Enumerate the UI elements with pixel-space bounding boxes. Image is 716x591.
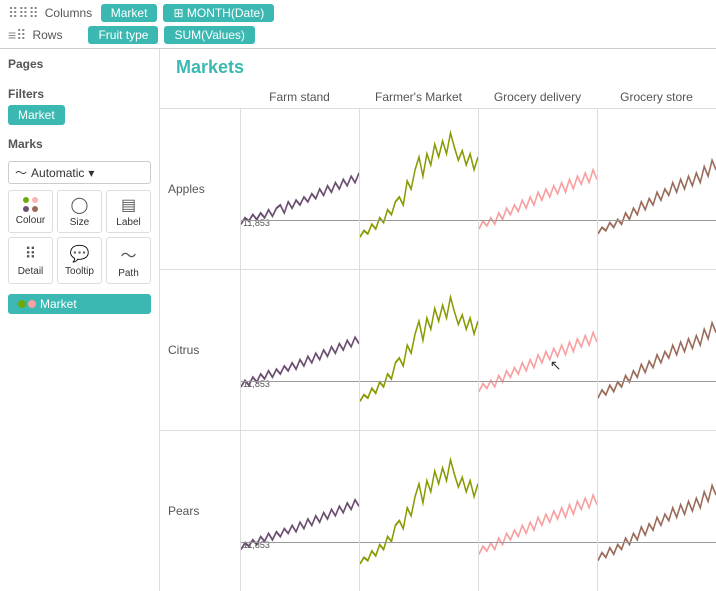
col-header-grocery-store: Grocery store bbox=[597, 86, 716, 108]
path-button[interactable]: 〜 Path bbox=[106, 237, 151, 284]
sparkline-apples-farmstand bbox=[241, 109, 359, 269]
sparkline-apples-farmers-market bbox=[360, 109, 478, 269]
marks-type-label: Automatic bbox=[31, 166, 84, 180]
rows-row: ≡⠿ Rows Fruit type SUM(Values) bbox=[8, 26, 708, 44]
sparkline-pears-farmstand bbox=[241, 431, 359, 591]
detail-icon: ⠿ bbox=[25, 244, 37, 264]
cell-pears-grocery-delivery[interactable] bbox=[478, 431, 597, 591]
colour-icon bbox=[23, 197, 39, 213]
cell-citrus-farmstand[interactable]: 11,853 bbox=[240, 270, 359, 430]
chart-title: Markets bbox=[160, 49, 716, 86]
marks-market-dots bbox=[18, 300, 36, 308]
pages-label: Pages bbox=[8, 57, 151, 71]
cell-apples-farmers-market[interactable] bbox=[359, 109, 478, 269]
rows-drag-icon: ≡⠿ bbox=[8, 27, 26, 44]
cell-pears-farmstand[interactable]: 11,853 bbox=[240, 431, 359, 591]
row-label-citrus: Citrus bbox=[160, 270, 240, 430]
detail-label: Detail bbox=[18, 266, 44, 277]
marks-market-label: Market bbox=[40, 297, 77, 311]
axis-line bbox=[598, 220, 716, 221]
axis-line bbox=[241, 542, 359, 543]
sparkline-pears-farmers-market bbox=[360, 431, 478, 591]
axis-line bbox=[360, 542, 478, 543]
rows-label: Rows bbox=[32, 28, 82, 42]
cell-apples-grocery-delivery[interactable] bbox=[478, 109, 597, 269]
pages-section: Pages bbox=[8, 57, 151, 75]
row-label-apples: Apples bbox=[160, 109, 240, 269]
chart-area: Markets Farm stand Farmer's Market Groce… bbox=[160, 49, 716, 591]
sparkline-apples-grocery-store bbox=[598, 109, 716, 269]
fruit-type-pill[interactable]: Fruit type bbox=[88, 26, 158, 44]
col-header-grocery-delivery: Grocery delivery bbox=[478, 86, 597, 108]
tooltip-label: Tooltip bbox=[65, 266, 94, 277]
calendar-icon: ⊞ bbox=[173, 6, 183, 20]
colour-label: Colour bbox=[16, 215, 45, 226]
col-header-empty bbox=[160, 86, 240, 108]
sparkline-citrus-grocery-store bbox=[598, 270, 716, 430]
chevron-down-icon: ▾ bbox=[88, 166, 94, 180]
axis-line bbox=[479, 542, 597, 543]
wave-icon: 〜 bbox=[15, 164, 27, 181]
axis-line bbox=[479, 220, 597, 221]
size-icon: ◯ bbox=[71, 195, 89, 215]
cell-citrus-farmers-market[interactable] bbox=[359, 270, 478, 430]
axis-line bbox=[360, 381, 478, 382]
sidebar: Pages Filters Market Marks 〜 Automatic ▾ bbox=[0, 49, 160, 591]
market-pill[interactable]: Market bbox=[101, 4, 158, 22]
axis-line bbox=[479, 381, 597, 382]
cell-pears-farmers-market[interactable] bbox=[359, 431, 478, 591]
path-label: Path bbox=[118, 268, 139, 279]
sum-values-pill[interactable]: SUM(Values) bbox=[164, 26, 254, 44]
col-header-farmers-market: Farmer's Market bbox=[359, 86, 478, 108]
columns-label: Columns bbox=[45, 6, 95, 20]
label-button[interactable]: ▤ Label bbox=[106, 190, 151, 233]
chart-rows: Apples 11,853 bbox=[160, 109, 716, 591]
size-label: Size bbox=[70, 217, 89, 228]
columns-drag-icon: ⠿⠿⠿ bbox=[8, 5, 39, 22]
axis-line bbox=[241, 220, 359, 221]
filters-label: Filters bbox=[8, 87, 151, 101]
cell-apples-farmstand[interactable]: 11,853 bbox=[240, 109, 359, 269]
col-header-farmstand: Farm stand bbox=[240, 86, 359, 108]
sparkline-citrus-farmers-market bbox=[360, 270, 478, 430]
column-headers: Farm stand Farmer's Market Grocery deliv… bbox=[160, 86, 716, 109]
marks-grid: Colour ◯ Size ▤ Label ⠿ Detail bbox=[8, 190, 151, 284]
sparkline-pears-grocery-delivery bbox=[479, 431, 597, 591]
label-label: Label bbox=[116, 217, 140, 228]
columns-row: ⠿⠿⠿ Columns Market ⊞ MONTH(Date) bbox=[8, 4, 708, 22]
cell-apples-grocery-store[interactable] bbox=[597, 109, 716, 269]
main-area: Pages Filters Market Marks 〜 Automatic ▾ bbox=[0, 49, 716, 591]
axis-line bbox=[360, 220, 478, 221]
table-row: Pears 11,853 bbox=[160, 431, 716, 591]
axis-line bbox=[241, 381, 359, 382]
detail-button[interactable]: ⠿ Detail bbox=[8, 237, 53, 284]
sparkline-apples-grocery-delivery bbox=[479, 109, 597, 269]
table-row: Citrus 11,853 bbox=[160, 270, 716, 431]
marks-market-pill[interactable]: Market bbox=[8, 294, 151, 314]
row-label-pears: Pears bbox=[160, 431, 240, 591]
axis-line bbox=[598, 542, 716, 543]
sparkline-citrus-farmstand bbox=[241, 270, 359, 430]
month-date-pill[interactable]: ⊞ MONTH(Date) bbox=[163, 4, 274, 22]
sparkline-pears-grocery-store bbox=[598, 431, 716, 591]
market-filter-pill[interactable]: Market bbox=[8, 105, 65, 125]
path-icon: 〜 bbox=[120, 242, 136, 266]
filters-section: Filters Market bbox=[8, 87, 151, 125]
tooltip-icon: 💬 bbox=[70, 244, 90, 264]
label-icon: ▤ bbox=[121, 195, 136, 215]
axis-line bbox=[598, 381, 716, 382]
marks-section: Marks 〜 Automatic ▾ Colour bbox=[8, 137, 151, 314]
marks-label: Marks bbox=[8, 137, 151, 151]
tooltip-button[interactable]: 💬 Tooltip bbox=[57, 237, 102, 284]
chart-content: Farm stand Farmer's Market Grocery deliv… bbox=[160, 86, 716, 591]
size-button[interactable]: ◯ Size bbox=[57, 190, 102, 233]
sparkline-citrus-grocery-delivery bbox=[479, 270, 597, 430]
cell-citrus-grocery-store[interactable] bbox=[597, 270, 716, 430]
marks-type-dropdown[interactable]: 〜 Automatic ▾ bbox=[8, 161, 151, 184]
toolbar: ⠿⠿⠿ Columns Market ⊞ MONTH(Date) ≡⠿ Rows… bbox=[0, 0, 716, 49]
colour-button[interactable]: Colour bbox=[8, 190, 53, 233]
cell-pears-grocery-store[interactable] bbox=[597, 431, 716, 591]
table-row: Apples 11,853 bbox=[160, 109, 716, 270]
cell-citrus-grocery-delivery[interactable]: ↖ bbox=[478, 270, 597, 430]
